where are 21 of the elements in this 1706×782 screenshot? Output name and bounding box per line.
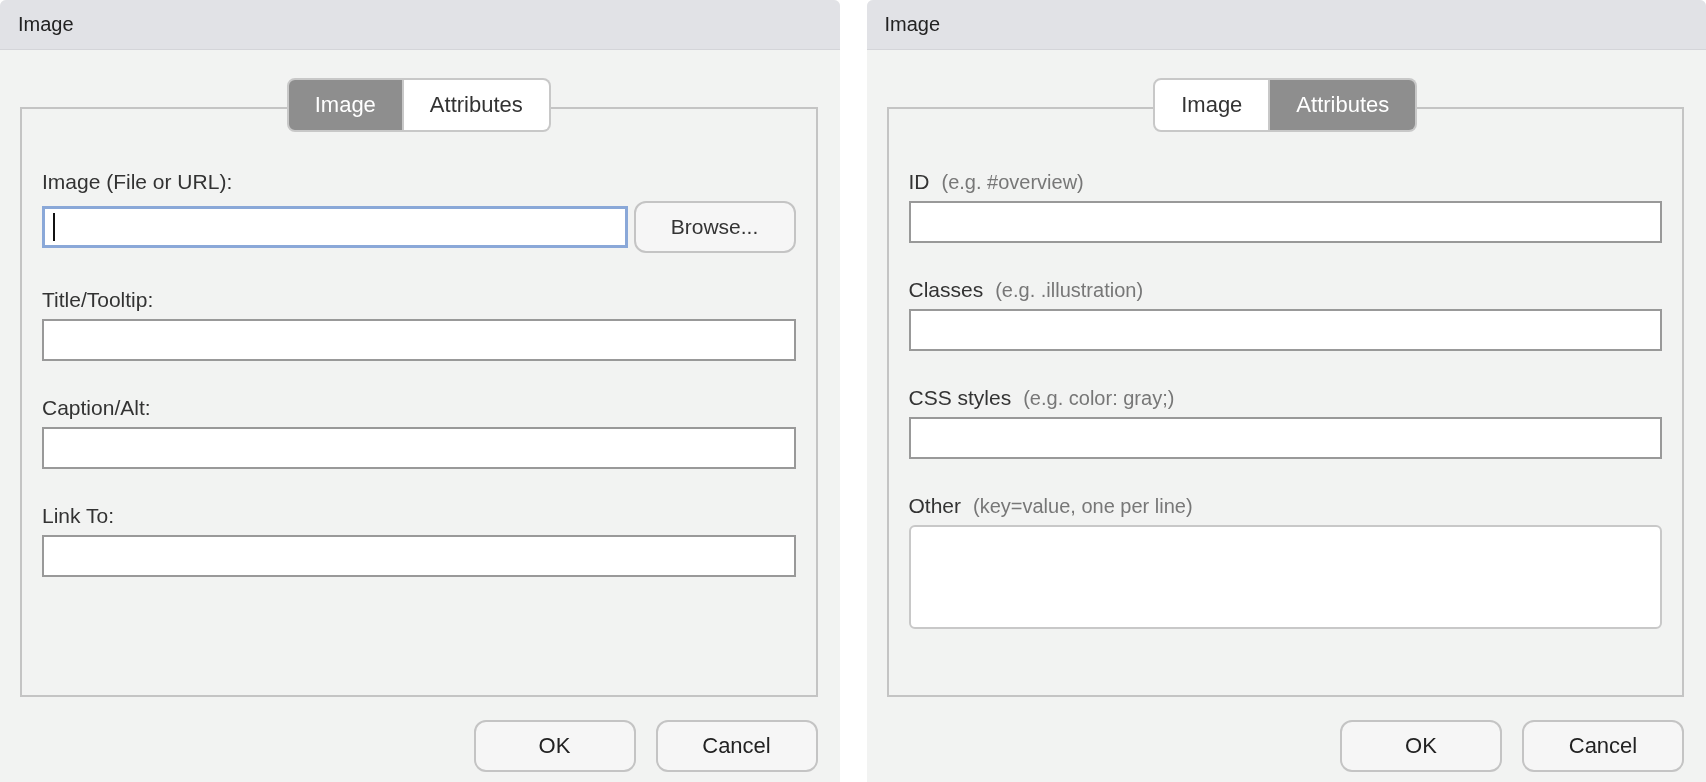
- field-label: Image (File or URL):: [42, 170, 233, 194]
- field-label: Other: [908, 494, 962, 518]
- ok-button[interactable]: OK: [473, 720, 636, 772]
- field-label: ID: [908, 170, 930, 194]
- browse-button[interactable]: Browse...: [633, 201, 796, 253]
- cancel-button[interactable]: Cancel: [1522, 720, 1684, 772]
- tab[interactable]: Image: [1153, 78, 1271, 132]
- window-title: Image: [0, 0, 840, 50]
- field-label: Link To:: [42, 504, 114, 528]
- field-hint: (e.g. color: gray;): [1023, 387, 1175, 410]
- tab[interactable]: Attributes: [403, 78, 551, 132]
- ok-button[interactable]: OK: [1340, 720, 1502, 772]
- field-label: Caption/Alt:: [42, 396, 151, 420]
- field-label: CSS styles: [908, 386, 1012, 410]
- cancel-button[interactable]: Cancel: [655, 720, 818, 772]
- field-hint: (key=value, one per line): [973, 495, 1193, 518]
- field-label: Classes: [908, 278, 984, 302]
- field-hint: (e.g. #overview): [941, 171, 1084, 194]
- window-title: Image: [866, 0, 1706, 50]
- field-label: Title/Tooltip:: [42, 288, 154, 312]
- field-hint: (e.g. .illustration): [995, 279, 1144, 302]
